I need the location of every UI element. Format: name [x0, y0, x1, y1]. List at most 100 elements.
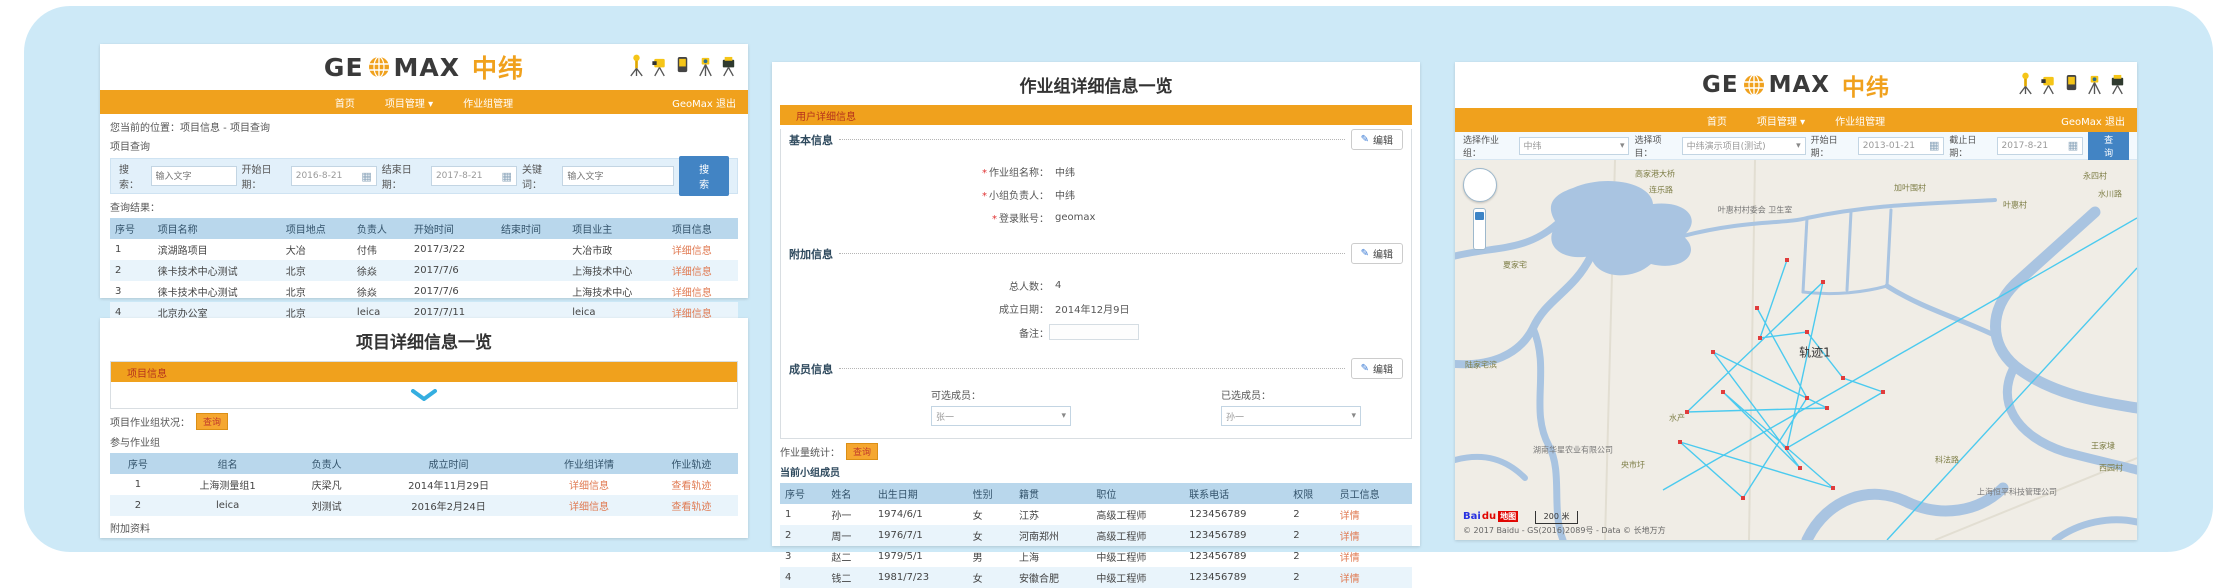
table-cell: 高级工程师: [1091, 504, 1184, 525]
table-cell: 徕卡技术中心测试: [153, 260, 281, 281]
map-zoom-control[interactable]: [1473, 208, 1486, 250]
condition-input[interactable]: [562, 166, 674, 186]
end-date-input[interactable]: 2017-8-21 ▦: [1997, 137, 2084, 155]
nav-item-2[interactable]: 作业组管理: [1835, 113, 1885, 128]
detail-link[interactable]: 详细信息: [569, 502, 609, 513]
table-row: 4钱二1981/7/23女安徽合肥中级工程师1234567892详情: [780, 567, 1412, 588]
panel-group-detail: 作业组详细信息一览 用户详细信息 基本信息 ✎ 编辑 *作业组名称：中纬*小组负…: [772, 62, 1420, 546]
logout-link[interactable]: GeoMax 退出: [2061, 113, 2125, 128]
detail-link[interactable]: 详情: [1340, 574, 1360, 585]
track-query-button[interactable]: 查询: [2088, 130, 2129, 162]
workload-query-button[interactable]: 查询: [846, 443, 878, 460]
group-status-query-button[interactable]: 查询: [196, 413, 228, 430]
calendar-icon[interactable]: ▦: [502, 170, 512, 183]
edit-basic-button[interactable]: ✎ 编辑: [1351, 129, 1403, 150]
table-row: 3徕卡技术中心测试北京徐焱2017/7/6上海技术中心详细信息: [110, 281, 738, 302]
table-cell: 江苏: [1014, 504, 1091, 525]
group-select[interactable]: 中纬 ▾: [1519, 137, 1630, 155]
calendar-icon[interactable]: ▦: [1929, 139, 1939, 152]
tripod-icon: [696, 54, 715, 77]
table-cell: 2: [1288, 525, 1334, 546]
keyword-input[interactable]: [151, 166, 237, 186]
detail-link[interactable]: 查看轨迹: [671, 502, 711, 513]
divider: [839, 253, 1345, 254]
detail-link[interactable]: 详细信息: [672, 288, 712, 299]
end-date-input[interactable]: 2017-8-21 ▦: [431, 166, 517, 186]
nav-item-0[interactable]: 首页: [1707, 113, 1727, 128]
instrument-icons: [627, 54, 738, 77]
nav-item-1[interactable]: 项目管理 ▾: [1757, 113, 1805, 128]
column-header: 序号: [110, 453, 166, 474]
track-point-marker: [1678, 440, 1682, 444]
track-point-marker: [1685, 410, 1689, 414]
start-date-input[interactable]: 2013-01-21 ▦: [1858, 137, 1945, 155]
table-cell: 3: [780, 546, 826, 567]
field-row: *登录账号：geomax: [781, 210, 1411, 225]
table-cell: 大冶市政: [567, 239, 667, 260]
table-cell: 1974/6/1: [873, 504, 968, 525]
table-cell: 123456789: [1184, 504, 1288, 525]
chevron-down-icon: ▾: [1796, 141, 1801, 151]
zoom-slider-handle[interactable]: [1475, 212, 1484, 220]
detail-link[interactable]: 详情: [1340, 532, 1360, 543]
detail-link[interactable]: 查看轨迹: [671, 481, 711, 492]
available-members-select[interactable]: 张一 ▾: [931, 406, 1071, 426]
current-members-label: 当前小组成员: [772, 462, 1420, 481]
calendar-icon[interactable]: ▦: [361, 170, 371, 183]
page-title: 项目详细信息一览: [100, 318, 748, 361]
column-header: 出生日期: [873, 483, 968, 504]
track-point-marker: [1821, 280, 1825, 284]
map-label: 上海恒平科技管理公司: [1977, 487, 2057, 498]
field-row: *小组负责人：中纬: [781, 187, 1411, 202]
map-pan-control[interactable]: [1463, 168, 1497, 202]
detail-link[interactable]: 详细信息: [672, 267, 712, 278]
nav-item-1[interactable]: 项目管理 ▾: [385, 95, 433, 110]
selected-members-select[interactable]: 孙一 ▾: [1221, 406, 1361, 426]
app-header: GE MAX 中纬: [100, 44, 748, 90]
detail-link[interactable]: 详情: [1340, 553, 1360, 564]
table-row: 3赵二1979/5/1男上海中级工程师1234567892详情: [780, 546, 1412, 567]
field-row: 总人数：4: [781, 278, 1411, 293]
table-cell: 1979/5/1: [873, 546, 968, 567]
table-cell: 上海测量组1: [166, 474, 290, 495]
project-select[interactable]: 中纬演示项目(测试) ▾: [1682, 137, 1806, 155]
logo-ge-text: GE: [324, 53, 364, 82]
table-row: 1滨湖路项目大冶付伟2017/3/22大冶市政详细信息: [110, 239, 738, 260]
track-point-marker: [1805, 396, 1809, 400]
calendar-icon[interactable]: ▦: [2068, 139, 2078, 152]
edit-extra-button[interactable]: ✎ 编辑: [1351, 243, 1403, 264]
start-date-input[interactable]: 2016-8-21 ▦: [291, 166, 377, 186]
edit-members-button[interactable]: ✎ 编辑: [1351, 358, 1403, 379]
map-canvas[interactable]: Baidu 地图 200 米 © 2017 Baidu - GS(2016)20…: [1455, 160, 2137, 540]
table-cell: 上海技术中心: [567, 281, 667, 302]
accordion-expander[interactable]: [111, 382, 737, 408]
column-header: 负责人: [289, 453, 363, 474]
detail-link[interactable]: 详情: [1340, 511, 1360, 522]
nav-item-0[interactable]: 首页: [335, 95, 355, 110]
table-cell: 安徽合肥: [1014, 567, 1091, 588]
map-label: 夏家宅: [1503, 260, 1527, 271]
extra-info-label: 附加信息: [789, 246, 833, 262]
table-cell: 2017/3/22: [409, 239, 496, 260]
pan-right-icon: [1485, 182, 1493, 190]
map-label: 央市圩: [1621, 460, 1645, 471]
track-point-marker: [1785, 446, 1789, 450]
instrument-icons: [2016, 72, 2127, 95]
accordion-header[interactable]: 项目信息: [111, 362, 737, 382]
search-button[interactable]: 搜索: [679, 156, 729, 196]
table-cell: 2017/7/6: [409, 281, 496, 302]
members-table: 序号姓名出生日期性别籍贯职位联系电话权限员工信息1孙一1974/6/1女江苏高级…: [780, 483, 1412, 588]
table-cell: 上海: [1014, 546, 1091, 567]
nav-item-2[interactable]: 作业组管理: [463, 95, 513, 110]
pan-up-icon: [1477, 172, 1485, 180]
extra-info-fields: 总人数：4成立日期：2014年12月9日备注：: [781, 268, 1411, 354]
table-cell: 中级工程师: [1091, 567, 1184, 588]
groups-label: 参与作业组: [100, 432, 748, 451]
table-cell: 大冶: [281, 239, 352, 260]
table-cell: [496, 260, 567, 281]
theodolite-icon: [2108, 72, 2127, 95]
table-cell: 2: [1288, 546, 1334, 567]
logout-link[interactable]: GeoMax 退出: [672, 95, 736, 110]
detail-link[interactable]: 详细信息: [569, 481, 609, 492]
detail-link[interactable]: 详细信息: [672, 246, 712, 257]
